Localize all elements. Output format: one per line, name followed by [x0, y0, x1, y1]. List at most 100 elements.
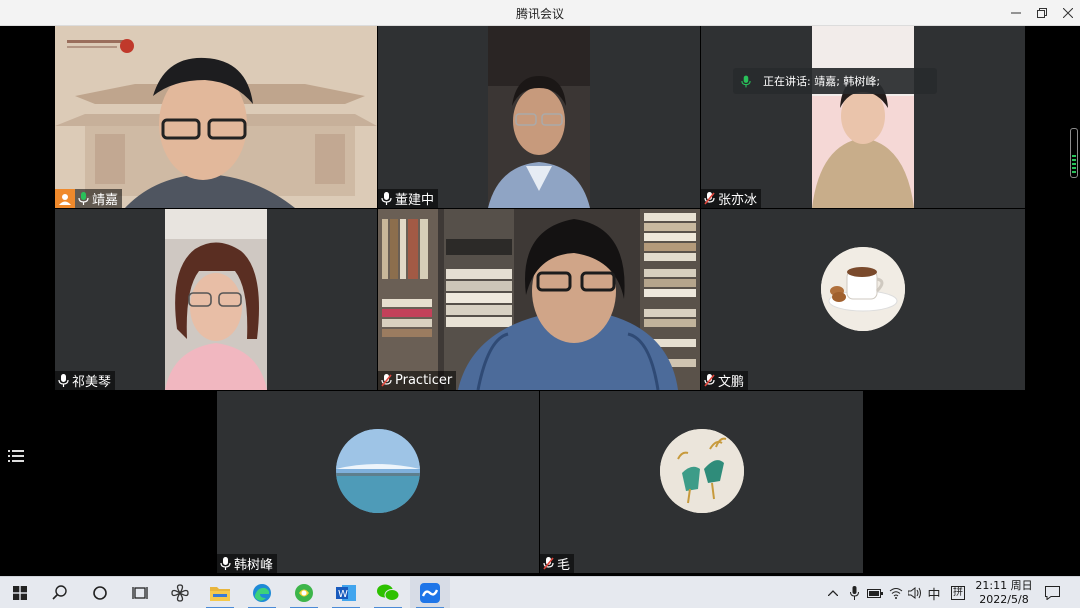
mic-off-icon: [543, 557, 554, 570]
word-button[interactable]: W: [326, 577, 366, 608]
signal-strength-icon: [1070, 128, 1078, 178]
task-view-button[interactable]: [120, 577, 160, 608]
search-icon: [52, 585, 67, 600]
close-icon: [1063, 8, 1073, 18]
svg-text:W: W: [338, 589, 348, 600]
clock-time: 21:11 周日: [975, 579, 1033, 592]
taskbar: W 中 拼 21:11 周日 2022/5/8: [0, 576, 1080, 608]
lake-avatar-icon: [336, 429, 420, 513]
nameplate: 文鹏: [701, 371, 749, 390]
cortana-icon: [93, 586, 107, 600]
tray-overflow-button[interactable]: [824, 577, 842, 608]
meeting-app: 腾讯会议 靖嘉 董建中 张亦冰 正在讲话: 靖嘉; 韩树峰; 祁美琴 Pract…: [0, 0, 1080, 608]
left-margin: [0, 26, 54, 390]
pinwheel-icon: [171, 584, 189, 602]
nameplate: 董建中: [378, 189, 439, 208]
battery-icon: [867, 588, 883, 598]
deer-avatar-icon: [660, 429, 744, 513]
nameplate: 韩树峰: [217, 554, 278, 573]
speaking-indicator: 正在讲话: 靖嘉; 韩树峰;: [733, 68, 937, 94]
mic-off-icon: [704, 374, 715, 387]
avatar: [336, 429, 420, 513]
nameplate: 毛: [540, 554, 575, 573]
participant-video: [55, 26, 377, 208]
task-view-icon: [132, 587, 148, 599]
word-icon: W: [336, 585, 356, 601]
coffee-avatar-icon: [821, 247, 905, 331]
tray-mic-button[interactable]: [845, 577, 863, 608]
nameplate: Practicer: [378, 371, 457, 390]
tencent-meeting-button[interactable]: [410, 577, 450, 608]
participant-video: [165, 209, 267, 390]
participant-video: [812, 26, 914, 208]
ime-mode-button[interactable]: 拼: [948, 577, 968, 608]
restore-icon: [1037, 8, 1047, 18]
participant-name: 董建中: [395, 193, 435, 208]
tray-battery-button[interactable]: [866, 577, 884, 608]
tray-network-button[interactable]: [887, 577, 905, 608]
video-tile-qimeiqin[interactable]: 祁美琴: [55, 209, 377, 390]
mic-icon: [58, 374, 69, 387]
ime-mode-label: 拼: [951, 586, 965, 600]
minimize-icon: [1011, 12, 1021, 14]
tencent-meeting-icon: [420, 583, 440, 603]
clock-date: 2022/5/8: [979, 593, 1029, 606]
mic-on-icon: [78, 192, 89, 205]
mic-off-icon: [381, 374, 392, 387]
microphone-icon: [849, 586, 859, 600]
host-icon: [55, 189, 75, 208]
participant-name: 靖嘉: [92, 193, 119, 208]
video-tile-practicer[interactable]: Practicer: [378, 209, 700, 390]
video-tile-zhangyibing[interactable]: 张亦冰: [701, 26, 1025, 208]
participant-name: 祁美琴: [72, 375, 112, 390]
nameplate: 张亦冰: [701, 189, 762, 208]
action-center-button[interactable]: [1040, 577, 1064, 608]
video-tile-hanshufeng[interactable]: 韩树峰: [217, 391, 539, 573]
video-tile-wenpeng[interactable]: 文鹏: [701, 209, 1025, 390]
wechat-icon: [377, 584, 399, 601]
nameplate: 靖嘉: [55, 189, 123, 208]
title-bar: 腾讯会议: [0, 0, 1080, 26]
speaker-icon: [907, 587, 921, 599]
speaking-text: 正在讲话: 靖嘉; 韩树峰;: [763, 75, 881, 88]
member-list-icon[interactable]: [8, 448, 26, 464]
ime-language-button[interactable]: 中: [925, 577, 943, 608]
search-button[interactable]: [40, 577, 80, 608]
notification-icon: [1044, 586, 1060, 600]
window-title: 腾讯会议: [515, 7, 564, 21]
wechat-button[interactable]: [368, 577, 408, 608]
edge-icon: [253, 584, 271, 602]
close-button[interactable]: [1052, 0, 1080, 26]
mic-icon: [381, 192, 392, 205]
browser-button[interactable]: [284, 577, 324, 608]
participant-name: 文鹏: [718, 375, 745, 390]
wifi-icon: [889, 588, 903, 599]
avatar: [821, 247, 905, 331]
mic-on-icon: [741, 75, 751, 87]
windows-icon: [13, 586, 27, 600]
browser-icon: [295, 584, 313, 602]
video-tile-dongjianzhong[interactable]: 董建中: [378, 26, 700, 208]
edge-button[interactable]: [242, 577, 282, 608]
avatar: [660, 429, 744, 513]
chevron-up-icon: [828, 590, 838, 596]
taskbar-clock[interactable]: 21:11 周日 2022/5/8: [972, 579, 1036, 607]
participant-name: 毛: [557, 558, 571, 573]
participant-name: Practicer: [395, 373, 453, 388]
folder-icon: [210, 587, 230, 601]
right-margin: [1026, 26, 1080, 390]
tray-volume-button[interactable]: [906, 577, 924, 608]
video-tile-jingjia[interactable]: 靖嘉: [55, 26, 377, 208]
participant-name: 韩树峰: [234, 558, 274, 573]
nameplate: 祁美琴: [55, 371, 116, 390]
start-button[interactable]: [0, 577, 40, 608]
video-tile-mao[interactable]: 毛: [540, 391, 863, 573]
participant-video: [378, 209, 700, 390]
file-explorer-button[interactable]: [200, 577, 240, 608]
participant-name: 张亦冰: [718, 193, 758, 208]
mic-off-icon: [704, 192, 715, 205]
cortana-button[interactable]: [80, 577, 120, 608]
participant-video: [488, 26, 590, 208]
app-pinwheel-button[interactable]: [160, 577, 200, 608]
mic-icon: [220, 557, 231, 570]
